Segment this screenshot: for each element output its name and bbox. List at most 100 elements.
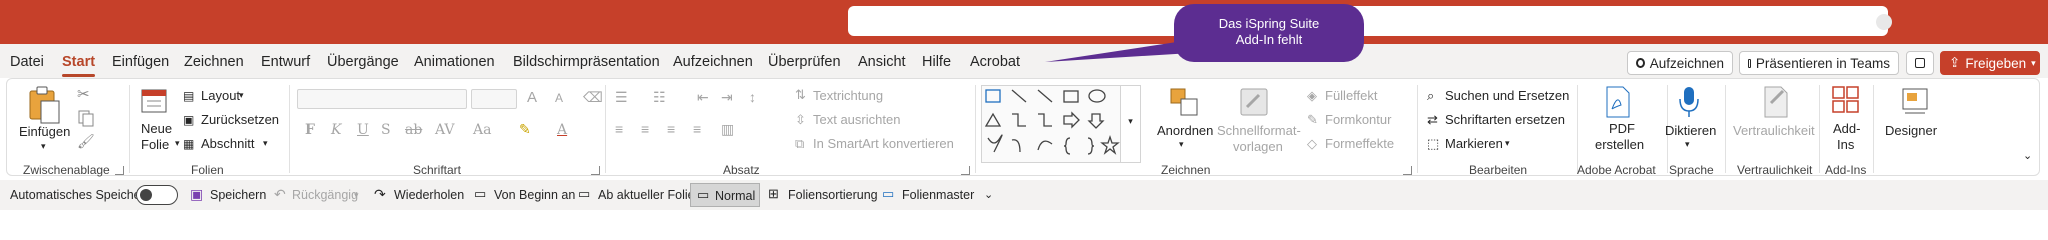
- slide-master-button[interactable]: Folienmaster: [902, 188, 974, 202]
- group-label-drawing: Zeichnen: [1161, 163, 1211, 177]
- select-icon: ⬚: [1427, 136, 1440, 151]
- undo-icon: ↶: [274, 186, 286, 202]
- redo-button[interactable]: Wiederholen: [394, 188, 464, 202]
- outline-button[interactable]: Formkontur: [1325, 112, 1391, 127]
- columns-icon[interactable]: ▥: [721, 121, 734, 138]
- new-slide-label-2[interactable]: Folie: [141, 137, 169, 152]
- justify-icon[interactable]: ≡: [693, 121, 701, 137]
- outline-icon: ✎: [1307, 112, 1318, 127]
- paragraph-dialog-launcher[interactable]: [961, 166, 970, 175]
- chevron-down-icon[interactable]: ▾: [1179, 139, 1184, 150]
- freeform-shape-icon: [987, 134, 1003, 153]
- addins-label-1[interactable]: Add-: [1833, 121, 1860, 136]
- align-center-icon[interactable]: ≡: [641, 121, 649, 137]
- connector-shape-icon: [1012, 113, 1026, 127]
- quick-styles-label-2[interactable]: vorlagen: [1233, 139, 1283, 154]
- from-start-icon: ▭: [474, 186, 487, 201]
- character-spacing-button[interactable]: AV: [435, 122, 455, 138]
- save-icon: ▣: [190, 186, 204, 202]
- quick-access-toolbar: Automatisches Speichern ▣ Speichern ↶ Rü…: [0, 180, 2048, 210]
- group-label-sensitivity: Vertraulichkeit: [1737, 163, 1813, 177]
- designer-button[interactable]: Designer: [1885, 123, 1937, 138]
- clipboard-dialog-launcher[interactable]: [115, 166, 124, 175]
- from-current-icon: ▭: [578, 186, 591, 201]
- replace-fonts-icon: ⇄: [1427, 112, 1438, 127]
- save-button[interactable]: Speichern: [210, 188, 266, 202]
- reset-icon: ▣: [183, 113, 195, 127]
- chevron-down-icon[interactable]: ▾: [1505, 138, 1510, 149]
- section-icon: ▦: [183, 137, 195, 151]
- shadow-button[interactable]: S: [381, 122, 391, 138]
- down-arrow-shape-icon: [1087, 113, 1105, 129]
- autosave-label: Automatisches Speichern: [10, 188, 152, 202]
- chevron-down-icon[interactable]: ▾: [1685, 139, 1690, 150]
- align-text-button[interactable]: Text ausrichten: [813, 112, 900, 127]
- normal-view-label: Normal: [715, 189, 756, 203]
- chevron-down-icon[interactable]: ▾: [354, 190, 359, 201]
- smartart-icon: ⧉: [795, 136, 805, 151]
- annotation-callout: Das iSpring Suite Add-In fehlt: [1174, 4, 1364, 62]
- align-text-icon: ⇳: [795, 112, 806, 127]
- dictate-button[interactable]: Diktieren: [1665, 123, 1716, 138]
- curve-shape-icon: [1037, 140, 1053, 151]
- underline-button[interactable]: U: [357, 122, 369, 138]
- callout-line-2: Add-In fehlt: [1235, 32, 1303, 47]
- from-start-button[interactable]: Von Beginn an: [494, 188, 575, 202]
- collapse-ribbon-icon[interactable]: ⌄: [2023, 149, 2032, 162]
- convert-smartart-button[interactable]: In SmartArt konvertieren: [813, 136, 954, 151]
- callout-pointer: [1045, 40, 1240, 62]
- triangle-shape-icon: [984, 112, 1002, 127]
- group-label-slides: Folien: [191, 163, 224, 177]
- paste-button[interactable]: Einfügen: [19, 124, 70, 139]
- from-current-button[interactable]: Ab aktueller Folie: [598, 188, 695, 202]
- align-right-icon[interactable]: ≡: [667, 121, 675, 137]
- quick-styles-label-1[interactable]: Schnellformat-: [1217, 123, 1301, 138]
- callout-line-1: Das iSpring Suite: [1218, 16, 1320, 31]
- select-button[interactable]: Markieren: [1445, 136, 1503, 151]
- sensitivity-button[interactable]: Vertraulichkeit: [1733, 123, 1815, 138]
- group-label-paragraph: Absatz: [723, 163, 760, 177]
- star-shape-icon: [1100, 134, 1120, 155]
- reset-button[interactable]: Zurücksetzen: [201, 112, 279, 127]
- slide-master-icon: ▭: [882, 186, 895, 201]
- normal-view-button[interactable]: ▭ Normal: [690, 183, 760, 207]
- new-slide-label-1[interactable]: Neue: [141, 121, 172, 136]
- change-case-button[interactable]: Aa: [473, 122, 491, 138]
- left-brace-shape-icon: [1063, 137, 1071, 155]
- effects-button[interactable]: Formeffekte: [1325, 136, 1394, 151]
- chevron-down-icon[interactable]: ▾: [41, 141, 46, 152]
- format-painter-icon[interactable]: 🖌: [77, 133, 95, 150]
- group-label-addins: Add-Ins: [1825, 163, 1867, 177]
- slide-sorter-icon: ⊞: [768, 186, 779, 201]
- highlight-icon[interactable]: ✎: [519, 122, 531, 138]
- group-label-editing: Bearbeiten: [1469, 163, 1528, 177]
- slide-sorter-button[interactable]: Foliensortierung: [788, 188, 878, 202]
- copy-icon[interactable]: [77, 109, 97, 127]
- chevron-down-icon[interactable]: ▾: [263, 138, 268, 149]
- autosave-toggle[interactable]: [136, 185, 178, 205]
- font-dialog-launcher[interactable]: [591, 166, 600, 175]
- font-color-button[interactable]: A: [557, 122, 567, 138]
- drawing-dialog-launcher[interactable]: [1403, 166, 1412, 175]
- effects-icon: ◇: [1307, 136, 1317, 151]
- addins-label-2[interactable]: Ins: [1837, 137, 1854, 152]
- group-label-acrobat: Adobe Acrobat: [1577, 163, 1656, 177]
- group-label-clipboard: Zwischenablage: [23, 163, 110, 177]
- replace-fonts-button[interactable]: Schriftarten ersetzen: [1445, 112, 1565, 127]
- chevron-down-icon[interactable]: ▾: [175, 138, 180, 149]
- create-pdf-label-2[interactable]: erstellen: [1595, 137, 1644, 152]
- align-left-icon[interactable]: ≡: [615, 121, 623, 137]
- section-button[interactable]: Abschnitt: [201, 136, 254, 151]
- arrange-button[interactable]: Anordnen: [1157, 123, 1213, 138]
- customize-qat-icon[interactable]: ⌄: [984, 188, 993, 201]
- right-arrow-shape-icon: [1063, 111, 1080, 129]
- strikethrough-button[interactable]: ab: [405, 122, 422, 138]
- undo-button[interactable]: Rückgängig: [292, 188, 358, 202]
- normal-view-icon: ▭: [697, 187, 710, 202]
- italic-button[interactable]: K: [331, 122, 341, 138]
- create-pdf-label-1[interactable]: PDF: [1609, 121, 1635, 136]
- redo-icon: ↷: [374, 186, 386, 202]
- bold-button[interactable]: F: [305, 122, 315, 138]
- elbow-connector-shape-icon: [1038, 113, 1052, 127]
- group-label-voice: Sprache: [1669, 163, 1714, 177]
